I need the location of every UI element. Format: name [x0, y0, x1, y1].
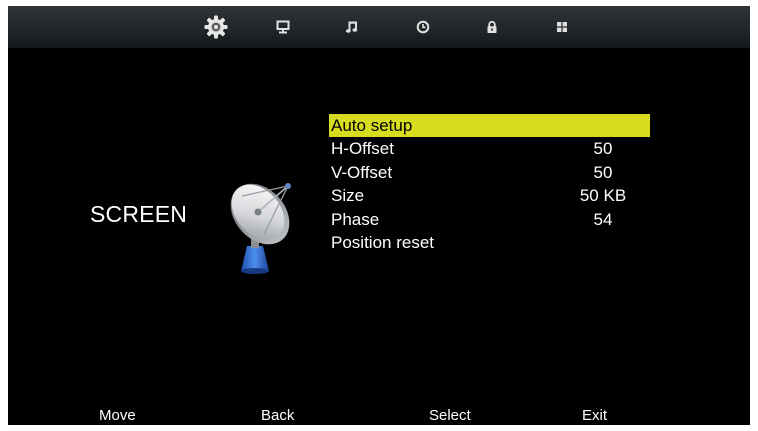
monitor-icon: [276, 20, 290, 34]
tab-sound[interactable]: [339, 14, 365, 40]
satellite-dish-icon: [222, 174, 300, 283]
menu-item-value: 50: [593, 139, 613, 158]
footer-move-hint: Move: [99, 407, 136, 424]
tab-app[interactable]: [549, 14, 575, 40]
menu-item-value: 54: [593, 209, 613, 229]
menu-item-value: 50 KB: [579, 186, 627, 205]
menu-item-label: Size: [331, 186, 365, 205]
gear-icon: [203, 14, 229, 40]
menu-item-label: Phase: [331, 209, 380, 229]
menu-item-v-offset[interactable]: V-Offset 50: [329, 161, 650, 185]
tab-setup[interactable]: [203, 14, 229, 40]
tab-lock[interactable]: [479, 14, 505, 40]
tab-time[interactable]: [410, 14, 436, 40]
footer-exit-hint: Exit: [582, 407, 608, 424]
menu-item-auto-setup[interactable]: Auto setup: [329, 114, 650, 137]
menu-item-phase[interactable]: Phase 54: [329, 208, 650, 232]
menu-item-size[interactable]: Size 50 KB: [329, 184, 650, 208]
footer-back-hint: Back: [261, 407, 295, 424]
top-tab-bar: [8, 6, 750, 48]
menu-item-label: Auto setup: [331, 116, 413, 135]
section-title: SCREEN: [90, 201, 188, 227]
music-note-icon: [345, 20, 359, 34]
menu-item-h-offset[interactable]: H-Offset 50: [329, 137, 650, 161]
grid-icon: [555, 20, 569, 34]
menu-item-position-reset[interactable]: Position reset: [329, 231, 650, 255]
menu-item-label: V-Offset: [331, 162, 393, 182]
footer-select-hint: Select: [429, 407, 471, 424]
lock-icon: [485, 20, 499, 34]
menu-item-label: Position reset: [331, 233, 434, 252]
clock-icon: [416, 20, 430, 34]
settings-menu: Auto setup H-Offset 50 V-Offset 50 Size …: [329, 114, 650, 255]
menu-item-label: H-Offset: [331, 139, 394, 158]
menu-item-value: 50: [593, 162, 613, 182]
osd-screen: SCREEN Auto setup H-Offset 50 V-Offset 5…: [8, 6, 750, 425]
tab-picture[interactable]: [270, 14, 296, 40]
